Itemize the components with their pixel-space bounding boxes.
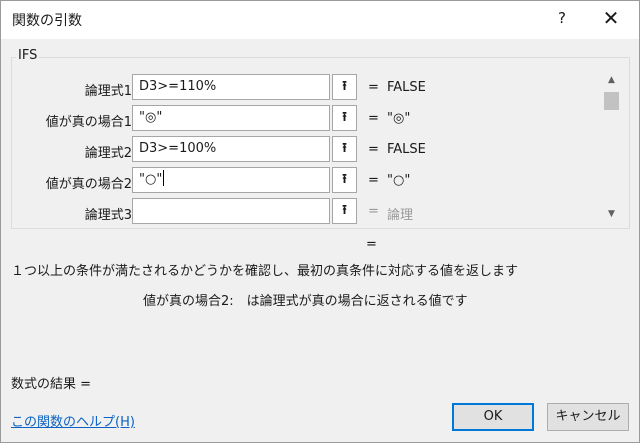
argument-description: 値が真の場合2: は論理式が真の場合に返される値です [143,294,468,309]
dialog-title: 関数の引数 [12,13,82,29]
function-name-label: IFS [16,48,40,63]
arg-equals: = [368,111,379,126]
arg-input-logical2[interactable]: D3>=100% [132,136,330,162]
function-help-link[interactable]: この関数のヘルプ(H) [11,411,135,430]
arg-result-value2: "○" [387,173,411,188]
arg-input-value2[interactable]: "○" [132,167,330,193]
arg-label-value1: 値が真の場合1 [45,115,132,130]
arg-equals: = [368,80,379,95]
arg-row-3: 論理式2 D3>=100% ⭱ = FALSE [12,136,602,166]
arg-equals: = [368,204,379,219]
arg-label-logical1: 論理式1 [84,84,132,99]
arg-label-logical3: 論理式3 [84,208,132,223]
scroll-down-icon[interactable]: ▼ [601,206,622,222]
arg-row-4: 値が真の場合2 "○" ⭱ = "○" [12,167,602,197]
collapse-dialog-icon[interactable]: ⭱ [332,74,357,100]
function-arguments-dialog: 関数の引数 ? ✕ 論理式1 D3>=110% ⭱ = FALSE 値が真の場合… [0,0,640,443]
arg-result-logical2: FALSE [387,142,426,157]
arg-row-1: 論理式1 D3>=110% ⭱ = FALSE [12,74,602,104]
arguments-scrollbar[interactable]: ▲ ▼ [601,72,622,222]
formula-result: 数式の結果 = [11,377,92,392]
arg-input-logical1[interactable]: D3>=110% [132,74,330,100]
collapse-dialog-icon[interactable]: ⭱ [332,105,357,131]
close-button[interactable]: ✕ [597,6,625,30]
arg-result-logical1: FALSE [387,80,426,95]
function-description: １つ以上の条件が満たされるかどうかを確認し、最初の真条件に対応する値を返します [11,264,519,279]
scroll-up-icon[interactable]: ▲ [601,72,622,88]
arg-label-value2: 値が真の場合2 [45,177,132,192]
arg-result-value1: "◎" [387,111,411,126]
arg-input-logical3[interactable] [132,198,330,224]
arg-row-2: 値が真の場合1 "◎" ⭱ = "◎" [12,105,602,135]
arg-label-logical2: 論理式2 [84,146,132,161]
collapse-dialog-icon[interactable]: ⭱ [332,167,357,193]
arguments-group: 論理式1 D3>=110% ⭱ = FALSE 値が真の場合1 "◎" ⭱ = … [11,57,630,229]
function-result-equals: = [366,237,377,252]
collapse-dialog-icon[interactable]: ⭱ [332,136,357,162]
arg-result-logical3: 論理 [387,208,414,223]
ok-button[interactable]: OK [452,403,534,431]
collapse-dialog-icon[interactable]: ⭱ [332,198,357,224]
arg-equals: = [368,142,379,157]
help-button[interactable]: ? [552,9,572,27]
arg-row-5: 論理式3 ⭱ = 論理 [12,198,602,228]
scroll-thumb[interactable] [604,92,619,110]
cancel-button[interactable]: キャンセル [547,403,629,431]
arg-input-value1[interactable]: "◎" [132,105,330,131]
title-bar: 関数の引数 ? ✕ [1,1,639,39]
arg-equals: = [368,173,379,188]
